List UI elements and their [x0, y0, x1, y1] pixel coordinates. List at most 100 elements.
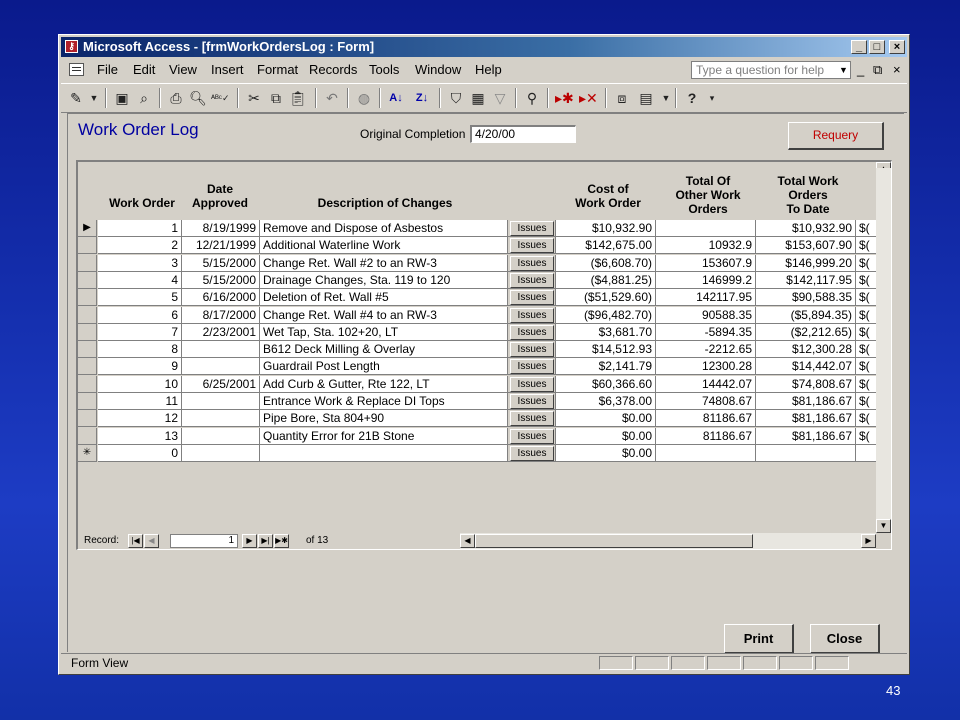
table-row[interactable]: 8 B612 Deck Milling & Overlay $14,512.93 -2…	[78, 341, 890, 359]
total-other-cell[interactable]: 153607.9	[656, 254, 756, 272]
next-record-icon[interactable]: ▶	[242, 534, 257, 548]
record-selector[interactable]	[78, 306, 97, 324]
issues-button[interactable]: Issues	[510, 272, 554, 288]
previous-record-icon[interactable]: ◀	[144, 534, 159, 548]
overflow-cell[interactable]: $(	[856, 341, 876, 359]
menu-tools[interactable]: Tools	[369, 62, 399, 77]
date-approved-cell[interactable]	[182, 341, 260, 359]
work-order-cell[interactable]: 4	[98, 271, 182, 289]
date-approved-cell[interactable]	[182, 427, 260, 445]
maximize-button[interactable]: □	[869, 40, 885, 54]
search-file-icon[interactable]: ⌕	[135, 89, 153, 107]
last-record-icon[interactable]: ▶|	[258, 534, 273, 548]
issues-button[interactable]: Issues	[510, 428, 554, 444]
work-order-cell[interactable]: 8	[98, 341, 182, 359]
overflow-cell[interactable]: $(	[856, 306, 876, 324]
description-cell[interactable]: Change Ret. Wall #2 to an RW-3	[260, 254, 508, 272]
cost-cell[interactable]: ($4,881.25)	[556, 271, 656, 289]
overflow-cell[interactable]: $(	[856, 289, 876, 307]
issues-button[interactable]: Issues	[510, 238, 554, 254]
sort-descending-icon[interactable]: Z↓	[413, 89, 431, 107]
table-row[interactable]: 11 Entrance Work & Replace DI Tops $6,378.…	[78, 393, 890, 410]
overflow-cell[interactable]: $(	[856, 393, 876, 410]
total-to-date-cell[interactable]: $146,999.20	[756, 254, 856, 272]
overflow-cell[interactable]	[856, 444, 876, 462]
total-other-cell[interactable]: 90588.35	[656, 306, 756, 324]
find-icon[interactable]: ⚲	[523, 89, 541, 107]
total-to-date-cell[interactable]: ($2,212.65)	[756, 323, 856, 341]
cost-cell[interactable]: $6,378.00	[556, 393, 656, 410]
cost-cell[interactable]: $0.00	[556, 444, 656, 462]
close-window-button[interactable]: ×	[889, 40, 905, 54]
print-preview-icon[interactable]: 🔍︎	[189, 89, 207, 107]
form-document-icon[interactable]	[69, 63, 84, 76]
record-selector[interactable]: ▶	[78, 220, 97, 237]
total-other-cell[interactable]: 14442.07	[656, 375, 756, 393]
issues-button[interactable]: Issues	[510, 342, 554, 358]
menu-help[interactable]: Help	[475, 62, 502, 77]
menu-view[interactable]: View	[169, 62, 197, 77]
total-other-cell[interactable]: 81186.67	[656, 427, 756, 445]
cost-cell[interactable]: $0.00	[556, 410, 656, 428]
original-completion-field[interactable]: 4/20/00	[470, 125, 576, 143]
date-approved-cell[interactable]: 8/17/2000	[182, 306, 260, 324]
total-other-cell[interactable]: 81186.67	[656, 410, 756, 428]
total-to-date-cell[interactable]: $81,186.67	[756, 427, 856, 445]
overflow-cell[interactable]: $(	[856, 358, 876, 376]
record-selector[interactable]	[78, 323, 97, 341]
help-dropdown-icon[interactable]: ▼	[837, 62, 850, 78]
work-order-cell[interactable]: 0	[98, 444, 182, 462]
vertical-scrollbar[interactable]: ▲ ▼	[876, 162, 891, 533]
cost-cell[interactable]: $3,681.70	[556, 323, 656, 341]
menu-records[interactable]: Records	[309, 62, 357, 77]
total-to-date-cell[interactable]: $142,117.95	[756, 271, 856, 289]
date-approved-cell[interactable]: 5/15/2000	[182, 254, 260, 272]
scroll-down-icon[interactable]: ▼	[876, 519, 891, 533]
save-icon[interactable]: ▣	[113, 89, 131, 107]
minimize-button[interactable]: _	[851, 40, 867, 54]
total-other-cell[interactable]: 12300.28	[656, 358, 756, 376]
issues-button[interactable]: Issues	[510, 255, 554, 271]
filter-by-form-icon[interactable]: ▦	[469, 89, 487, 107]
work-order-cell[interactable]: 3	[98, 254, 182, 272]
description-cell[interactable]: Entrance Work & Replace DI Tops	[260, 393, 508, 410]
help-icon[interactable]: ?	[683, 89, 701, 107]
scroll-track[interactable]	[876, 168, 891, 528]
work-order-cell[interactable]: 6	[98, 306, 182, 324]
table-row[interactable]: 6 8/17/2000 Change Ret. Wall #4 to an RW-3…	[78, 306, 890, 324]
table-row[interactable]: 10 6/25/2001 Add Curb & Gutter, Rte 122, L…	[78, 375, 890, 393]
overflow-cell[interactable]: $(	[856, 254, 876, 272]
current-record-input[interactable]: 1	[170, 534, 238, 548]
date-approved-cell[interactable]	[182, 358, 260, 376]
total-to-date-cell[interactable]: $81,186.67	[756, 410, 856, 428]
new-record-icon[interactable]: ▸✱	[555, 89, 574, 107]
total-other-cell[interactable]: -5894.35	[656, 323, 756, 341]
record-selector[interactable]: ✳	[78, 444, 97, 462]
total-other-cell[interactable]	[656, 444, 756, 462]
record-selector[interactable]	[78, 341, 97, 359]
overflow-cell[interactable]: $(	[856, 220, 876, 237]
record-selector[interactable]	[78, 289, 97, 307]
cost-cell[interactable]: $0.00	[556, 427, 656, 445]
cost-cell[interactable]: ($96,482.70)	[556, 306, 656, 324]
work-order-cell[interactable]: 11	[98, 393, 182, 410]
sort-ascending-icon[interactable]: A↓	[387, 89, 405, 107]
issues-button[interactable]: Issues	[510, 324, 554, 340]
record-selector[interactable]	[78, 427, 97, 445]
description-cell[interactable]: Add Curb & Gutter, Rte 122, LT	[260, 375, 508, 393]
close-button[interactable]: Close	[810, 624, 880, 654]
record-selector[interactable]	[78, 358, 97, 376]
table-row[interactable]: 13 Quantity Error for 21B Stone $0.00 81186…	[78, 427, 890, 445]
paste-icon[interactable]: 📋︎	[289, 89, 307, 107]
total-other-cell[interactable]: 146999.2	[656, 271, 756, 289]
design-view-dropdown-icon[interactable]: ▼	[85, 89, 103, 107]
total-to-date-cell[interactable]: $14,442.07	[756, 358, 856, 376]
table-row[interactable]: 12 Pipe Bore, Sta 804+90 $0.00 81186.67 $81,…	[78, 410, 890, 428]
overflow-cell[interactable]: $(	[856, 271, 876, 289]
horizontal-scrollbar[interactable]: ◀ ▶	[460, 533, 876, 549]
total-to-date-cell[interactable]: $90,588.35	[756, 289, 856, 307]
database-window-icon[interactable]: ⧈	[613, 89, 631, 107]
table-row[interactable]: 9 Guardrail Post Length $2,141.79 12300.28 $…	[78, 358, 890, 376]
copy-icon[interactable]: ⧉	[267, 89, 285, 107]
description-cell[interactable]: Wet Tap, Sta. 102+20, LT	[260, 323, 508, 341]
